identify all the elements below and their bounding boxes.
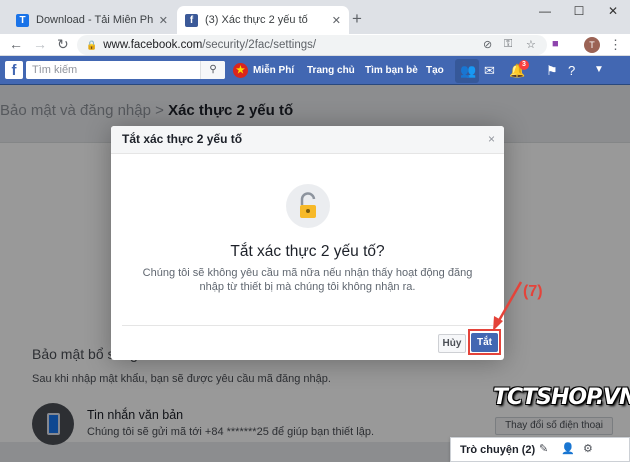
key-icon[interactable]: ⚿ — [504, 38, 512, 51]
account-menu-chevron-down-icon[interactable]: ▼ — [594, 64, 604, 75]
quick-help-icon[interactable]: ⚑ — [546, 63, 558, 79]
address-bar[interactable]: 🔒 www.facebook.com/security/2fac/setting… — [77, 35, 547, 55]
profile-link[interactable]: ★ Miễn Phí — [233, 56, 294, 85]
reload-icon[interactable]: ↻ — [57, 36, 69, 53]
help-icon[interactable]: ? — [568, 63, 575, 78]
close-icon[interactable]: × — [488, 132, 495, 146]
chat-label: Trò chuyện (2) — [460, 443, 536, 456]
new-tab-icon[interactable]: + — [352, 9, 362, 29]
close-icon[interactable]: ✕ — [159, 14, 168, 27]
forward-icon[interactable]: → — [33, 36, 47, 52]
url-path: /security/2fac/settings/ — [202, 39, 317, 51]
tab-download[interactable]: T Download - Tải Miễn Phí VN - Ph ✕ — [8, 6, 176, 34]
settings-gear-icon[interactable]: ⚙ — [583, 442, 593, 455]
close-icon[interactable]: ✕ — [332, 14, 341, 27]
compose-icon[interactable]: ✎ — [539, 442, 548, 455]
turn-off-button[interactable]: Tắt — [471, 333, 498, 352]
url-host: www.facebook.com — [103, 39, 203, 51]
tab-title: (3) Xác thực 2 yếu tố — [205, 14, 308, 26]
dialog-title: Tắt xác thực 2 yếu tố? — [230, 243, 385, 260]
search-input[interactable]: Tìm kiếm — [26, 61, 225, 79]
menu-dots-icon[interactable]: ⋮ — [609, 37, 622, 53]
notifications-badge: 3 — [519, 60, 529, 70]
dialog-body: Chúng tôi sẽ không yêu cầu mã nữa nếu nh… — [142, 267, 473, 293]
minimize-icon[interactable]: — — [528, 0, 562, 22]
nav-find-friends[interactable]: Tìm bạn bè — [365, 56, 418, 85]
nav-create[interactable]: Tạo — [426, 56, 444, 85]
browser-toolbar: ← → ↻ 🔒 www.facebook.com/security/2fac/s… — [0, 34, 630, 56]
tai-mien-phi-favicon-icon: T — [16, 13, 29, 27]
browser-tab-bar: T Download - Tải Miễn Phí VN - Ph ✕ f (3… — [0, 0, 630, 34]
dialog-footer-divider — [122, 325, 493, 326]
messenger-icon[interactable]: ✉ — [484, 63, 495, 79]
vietnam-flag-avatar-icon: ★ — [233, 63, 248, 78]
chat-bar[interactable]: Trò chuyện (2) ✎ 👤 ⚙ — [450, 437, 630, 462]
facebook-favicon-icon: f — [185, 13, 198, 27]
contacts-icon[interactable]: 👤 — [561, 442, 575, 455]
cancel-button[interactable]: Hủy — [438, 334, 466, 353]
star-icon[interactable]: ☆ — [526, 38, 536, 51]
nav-home[interactable]: Trang chủ — [307, 56, 355, 85]
friends-icon: 👥 — [460, 63, 477, 78]
watermark-logo: TCTSHOP.VN — [493, 385, 630, 410]
facebook-logo-icon[interactable]: f — [5, 61, 23, 79]
tab-facebook[interactable]: f (3) Xác thực 2 yếu tố ✕ — [177, 6, 349, 34]
tab-title: Download - Tải Miễn Phí VN - Ph — [36, 14, 153, 26]
dialog-header: Tắt xác thực 2 yếu tố — [111, 126, 504, 154]
window-close-icon[interactable]: ✕ — [596, 0, 630, 22]
unlock-icon — [286, 184, 330, 228]
facebook-header: f Tìm kiếm ⚲ ★ Miễn Phí Trang chủ Tìm bạ… — [0, 56, 630, 85]
window-controls: — ☐ ✕ — [528, 0, 630, 22]
disable-2fa-dialog: Tắt xác thực 2 yếu tố × Tắt xác thực 2 y… — [111, 126, 504, 360]
profile-avatar[interactable]: T — [584, 37, 600, 53]
extension-icon[interactable]: ■ — [552, 38, 559, 50]
lock-icon: 🔒 — [86, 39, 98, 50]
step-annotation: (7) — [523, 283, 543, 300]
maximize-icon[interactable]: ☐ — [562, 0, 596, 22]
blocked-icon[interactable]: ⊘ — [483, 38, 492, 51]
back-icon[interactable]: ← — [9, 36, 23, 52]
profile-name: Miễn Phí — [253, 65, 295, 76]
search-icon[interactable]: ⚲ — [200, 61, 225, 79]
